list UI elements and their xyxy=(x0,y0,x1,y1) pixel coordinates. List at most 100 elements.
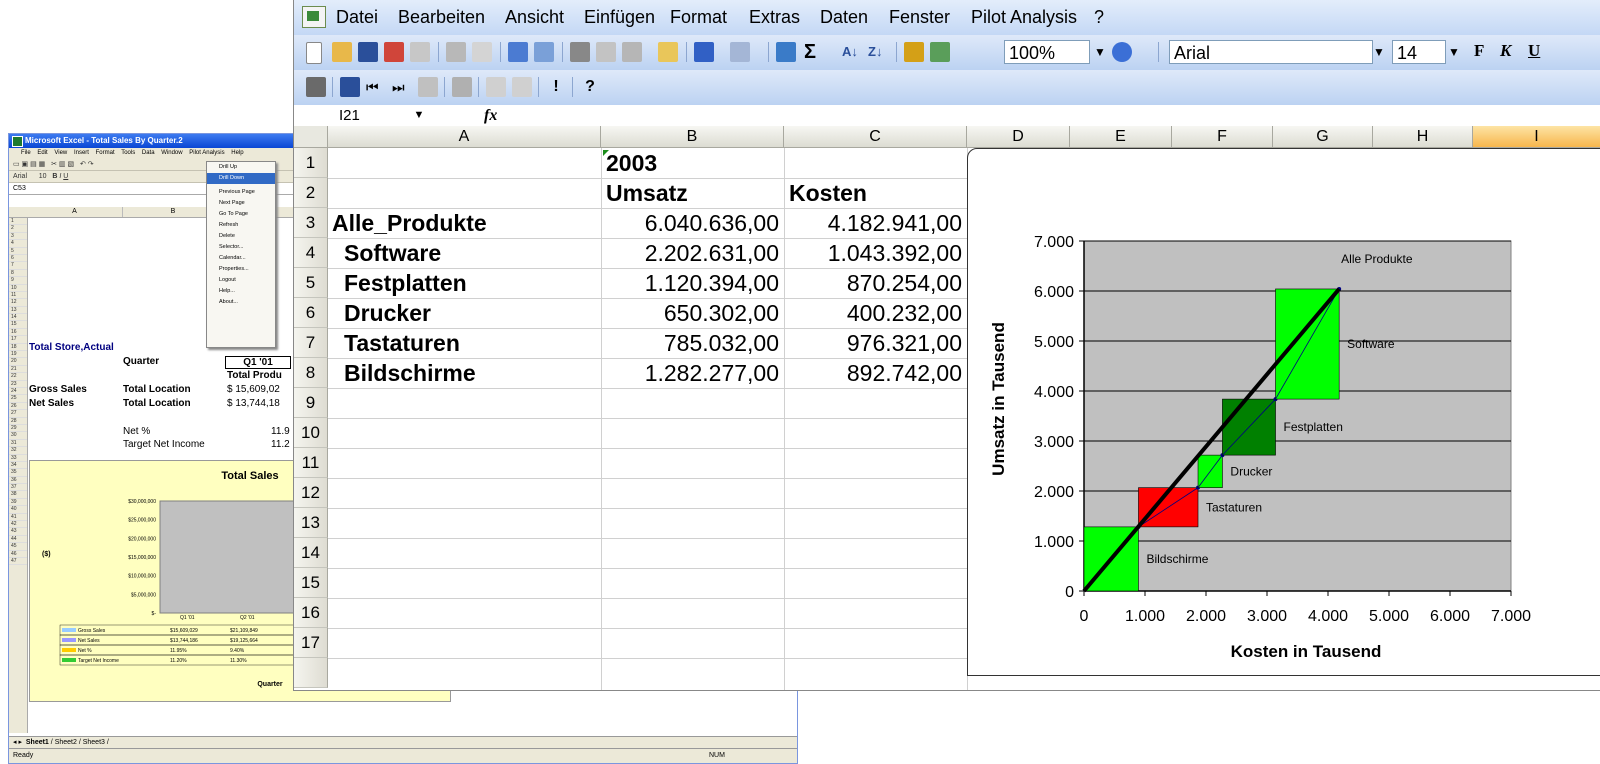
bg-menu-edit[interactable]: Edit xyxy=(37,150,47,156)
fx-icon[interactable]: fx xyxy=(484,105,497,126)
cell-b8-umsatz[interactable]: 1.282.277,00 xyxy=(601,358,779,388)
cell-c4-kosten[interactable]: 1.043.392,00 xyxy=(784,238,962,268)
italic-button[interactable]: K xyxy=(1500,41,1511,61)
format-painter-icon[interactable] xyxy=(658,42,678,62)
row-header-10[interactable]: 10 xyxy=(294,418,328,448)
research-icon[interactable] xyxy=(534,42,554,62)
bg-row-header[interactable]: 28 xyxy=(9,418,27,425)
bg-menu-data[interactable]: Data xyxy=(142,150,155,156)
col-header-h[interactable]: H xyxy=(1373,126,1473,148)
bg-row-header[interactable]: 21 xyxy=(9,366,27,374)
menu-logout[interactable]: Logout xyxy=(207,275,275,286)
bg-row-header[interactable]: 3 xyxy=(9,233,27,241)
menu-extras[interactable]: Extras xyxy=(749,7,800,27)
email-icon[interactable] xyxy=(410,42,430,62)
bg-col-a[interactable]: A xyxy=(27,207,123,217)
alert-icon[interactable]: ! xyxy=(546,77,566,97)
font-size-dropdown-icon[interactable]: ▼ xyxy=(1444,40,1464,64)
underline-button[interactable]: U xyxy=(1528,41,1540,61)
row-header-16[interactable]: 16 xyxy=(294,598,328,628)
cell-c6-kosten[interactable]: 400.232,00 xyxy=(784,298,962,328)
name-box-dropdown-icon[interactable]: ▼ xyxy=(409,103,429,127)
cell-b1-year[interactable]: 2003 xyxy=(606,148,657,178)
bg-sheet-tab-3[interactable]: Sheet3 xyxy=(83,739,105,746)
menu-help[interactable]: ? xyxy=(1094,7,1104,27)
drill-down-icon[interactable] xyxy=(340,77,360,97)
col-header-a[interactable]: A xyxy=(328,126,601,148)
bg-row-header[interactable]: 47 xyxy=(9,558,27,566)
bg-row-header[interactable]: 16 xyxy=(9,329,27,337)
col-header-c[interactable]: C xyxy=(784,126,967,148)
menu-einfuegen[interactable]: Einfügen xyxy=(584,7,655,27)
bg-row-header[interactable]: 40 xyxy=(9,506,27,514)
menu-about[interactable]: About... xyxy=(207,297,275,308)
selector-icon[interactable] xyxy=(486,77,506,97)
bg-menu-view[interactable]: View xyxy=(54,150,67,156)
cut-icon[interactable] xyxy=(570,42,590,62)
col-header-e[interactable]: E xyxy=(1070,126,1172,148)
cell-c7-kosten[interactable]: 976.321,00 xyxy=(784,328,962,358)
bg-font-name[interactable]: Arial xyxy=(13,173,27,180)
zoom-dropdown-icon[interactable]: ▼ xyxy=(1090,40,1110,64)
cell-b5-umsatz[interactable]: 1.120.394,00 xyxy=(601,268,779,298)
menu-drill-up[interactable]: Drill Up xyxy=(207,162,275,173)
autosum-icon[interactable]: Σ xyxy=(804,42,824,62)
bg-row-header[interactable]: 43 xyxy=(9,528,27,536)
bg-row-header[interactable]: 44 xyxy=(9,536,27,544)
bg-row-header[interactable]: 41 xyxy=(9,514,27,522)
bg-row-header[interactable]: 36 xyxy=(9,477,27,485)
row-header-14[interactable]: 14 xyxy=(294,538,328,568)
print-preview-icon[interactable] xyxy=(472,42,492,62)
row-header-15[interactable]: 15 xyxy=(294,568,328,598)
row-header-5[interactable]: 5 xyxy=(294,268,328,298)
menu-previous-page[interactable]: Previous Page xyxy=(207,187,275,198)
row-header-9[interactable]: 9 xyxy=(294,388,328,418)
menu-fenster[interactable]: Fenster xyxy=(889,7,950,27)
row-header-1[interactable]: 1 xyxy=(294,148,328,178)
bg-row-header[interactable]: 22 xyxy=(9,373,27,381)
cell-a3-name[interactable]: Alle_Produkte xyxy=(332,208,487,238)
bg-menu-window[interactable]: Window xyxy=(161,150,182,156)
col-header-g[interactable]: G xyxy=(1273,126,1373,148)
bg-row-header[interactable]: 17 xyxy=(9,336,27,344)
permission-icon[interactable] xyxy=(384,42,404,62)
menu-help[interactable]: Help... xyxy=(207,286,275,297)
menu-refresh[interactable]: Refresh xyxy=(207,220,275,231)
row-header-6[interactable]: 6 xyxy=(294,298,328,328)
row-header-18[interactable] xyxy=(294,658,328,688)
umsatz-kosten-chart[interactable]: 0 1.000 2.000 3.000 4.000 5.000 6.000 7.000 0 1.0… xyxy=(967,148,1600,676)
menu-datei[interactable]: Datei xyxy=(336,7,378,27)
col-header-d[interactable]: D xyxy=(967,126,1070,148)
font-size-select[interactable]: 14 xyxy=(1392,40,1446,64)
bg-row-header[interactable]: 4 xyxy=(9,240,27,248)
bg-row-header[interactable]: 32 xyxy=(9,447,27,455)
row-header-13[interactable]: 13 xyxy=(294,508,328,538)
undo-icon[interactable] xyxy=(694,42,714,62)
pilot-connect-icon[interactable] xyxy=(306,77,326,97)
bg-menu-pilot[interactable]: Pilot Analysis xyxy=(189,150,224,156)
copy-icon[interactable] xyxy=(596,42,616,62)
zoom-select[interactable]: 100% xyxy=(1004,40,1090,64)
cell-a4-name[interactable]: Software xyxy=(344,238,441,268)
chart-wizard-icon[interactable] xyxy=(904,42,924,62)
bg-row-header[interactable]: 20 xyxy=(9,358,27,366)
menu-format[interactable]: Format xyxy=(670,7,727,27)
bold-button[interactable]: F xyxy=(1474,41,1484,61)
drawing-icon[interactable] xyxy=(930,42,950,62)
bg-row-header[interactable]: 19 xyxy=(9,351,27,359)
bg-row-header[interactable]: 9 xyxy=(9,277,27,285)
page-view-icon[interactable] xyxy=(418,77,438,97)
row-header-4[interactable]: 4 xyxy=(294,238,328,268)
bg-row-header[interactable]: 8 xyxy=(9,270,27,278)
bg-font-size[interactable]: 10 xyxy=(39,173,47,180)
bg-menu-format[interactable]: Format xyxy=(96,150,115,156)
bg-row-header[interactable]: 25 xyxy=(9,395,27,403)
cell-b6-umsatz[interactable]: 650.302,00 xyxy=(601,298,779,328)
spelling-icon[interactable] xyxy=(508,42,528,62)
col-header-b[interactable]: B xyxy=(601,126,784,148)
row-header-2[interactable]: 2 xyxy=(294,178,328,208)
bg-row-header[interactable]: 10 xyxy=(9,285,27,292)
bg-row-header[interactable]: 38 xyxy=(9,491,27,499)
help-icon[interactable] xyxy=(1112,42,1132,62)
bg-row-header[interactable]: 45 xyxy=(9,543,27,551)
